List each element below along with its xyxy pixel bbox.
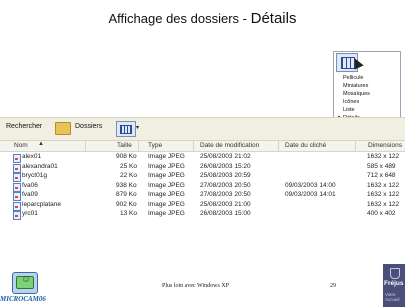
menu-item-liste[interactable]: Liste (338, 106, 396, 114)
cell-size: 938 Ko (116, 181, 137, 189)
cell-type: Image JPEG (148, 210, 185, 217)
logo-sub-line2: Accueil (385, 297, 400, 302)
cell-name: fva06 (22, 181, 38, 189)
crest-icon (390, 268, 400, 279)
menu-item-miniatures[interactable]: Miniatures (338, 82, 396, 90)
table-row[interactable]: leparcplatane 902 Ko Image JPEG 25/08/20… (0, 201, 405, 211)
cell-taken: 09/03/2003 14:01 (285, 191, 336, 198)
column-header-dimensions[interactable]: Dimensions (368, 142, 402, 149)
table-row[interactable]: fva06 938 Ko Image JPEG 27/08/2003 20:50… (0, 182, 405, 192)
cell-type: Image JPEG (148, 153, 185, 160)
explorer-toolbar: Rechercher Dossiers ▾ (0, 117, 405, 141)
view-menu: Pellicule Miniatures Mosaïques Icônes Li… (338, 74, 396, 122)
logo-title: Fréjus (384, 280, 404, 287)
cell-size: 22 Ko (120, 172, 137, 179)
view-grid-icon (120, 125, 132, 134)
menu-label: Miniatures (343, 83, 369, 89)
frejus-logo: Fréjus Votre Accueil (383, 264, 405, 307)
title-emphasis: Détails (250, 10, 297, 27)
cell-dimensions: 1632 x 122 (367, 191, 400, 198)
cell-modified: 26/08/2003 15:00 (200, 210, 251, 217)
search-button[interactable]: Rechercher (6, 123, 42, 130)
cell-name: fva09 (22, 191, 38, 198)
sort-arrow-icon: ▲ (38, 141, 44, 147)
menu-label: Icônes (343, 99, 360, 105)
cell-modified: 25/08/2003 21:02 (200, 153, 251, 160)
cell-dimensions: 400 x 402 (367, 210, 396, 217)
cell-dimensions: 585 x 489 (367, 162, 396, 170)
cell-size: 25 Ko (120, 162, 137, 170)
cell-size: 13 Ko (120, 210, 137, 217)
table-row[interactable]: yrc01 13 Ko Image JPEG 26/08/2003 15:00 … (0, 210, 405, 220)
column-header-type[interactable]: Type (148, 142, 162, 149)
cell-size: 902 Ko (116, 200, 137, 208)
column-header-modified[interactable]: Date de modification (200, 142, 259, 149)
jpeg-file-icon (13, 211, 21, 220)
column-divider[interactable] (278, 141, 279, 151)
column-header-size[interactable]: Taille (117, 142, 132, 149)
cell-modified: 26/08/2003 15:20 (200, 162, 251, 170)
cell-size: 908 Ko (116, 153, 137, 160)
cell-name: alex01 (22, 153, 42, 160)
cell-name: leparcplatane (22, 200, 62, 208)
screen-face (16, 274, 34, 289)
title-text: Affichage des dossiers - (108, 11, 251, 26)
menu-item-pellicule[interactable]: Pellicule (338, 74, 396, 82)
logo-subtitle: Votre Accueil (385, 292, 400, 302)
table-row[interactable]: alexandra01 25 Ko Image JPEG 26/08/2003 … (0, 163, 405, 173)
toolbar-view-button[interactable] (116, 121, 136, 137)
menu-label: Pellicule (343, 75, 364, 81)
table-row[interactable]: fva09 879 Ko Image JPEG 27/08/2003 20:50… (0, 191, 405, 201)
cell-dimensions: 1632 x 122 (367, 200, 400, 208)
chevron-down-icon[interactable]: ▾ (136, 124, 139, 131)
table-row[interactable]: bryct01g 22 Ko Image JPEG 25/08/2003 20:… (0, 172, 405, 182)
footer-text: Plus loin avec Windows XP (162, 283, 229, 289)
folders-button[interactable]: Dossiers (55, 119, 115, 138)
folder-icon (55, 122, 71, 135)
cell-dimensions: 1632 x 122 (367, 181, 400, 189)
page-number: 29 (330, 283, 336, 289)
cell-type: Image JPEG (148, 200, 185, 208)
column-divider[interactable] (138, 141, 139, 151)
menu-label: Mosaïques (343, 91, 370, 97)
cell-modified: 27/08/2003 20:50 (200, 181, 251, 189)
table-row[interactable]: alex01 908 Ko Image JPEG 25/08/2003 21:0… (0, 153, 405, 163)
menu-label: Liste (343, 107, 355, 113)
menu-item-mosaiques[interactable]: Mosaïques (338, 90, 396, 98)
column-header-name[interactable]: Nom (14, 142, 28, 149)
brand-label: MICROCAM06 (0, 295, 46, 303)
column-divider[interactable] (355, 141, 356, 151)
cell-type: Image JPEG (148, 191, 185, 198)
cell-type: Image JPEG (148, 172, 185, 179)
cell-name: bryct01g (22, 172, 47, 179)
cell-modified: 25/08/2003 20:59 (200, 172, 251, 179)
column-header-taken[interactable]: Date du cliché (285, 142, 326, 149)
cell-taken: 09/03/2003 14:00 (285, 181, 336, 189)
cell-type: Image JPEG (148, 162, 185, 170)
cell-name: alexandra01 (22, 162, 58, 170)
cell-name: yrc01 (22, 210, 38, 217)
cell-dimensions: 712 x 648 (367, 172, 396, 179)
cell-dimensions: 1632 x 122 (367, 153, 400, 160)
file-list: Nom ▲ Taille Type Date de modification D… (0, 141, 405, 269)
slide-title: Affichage des dossiers - Détails (0, 10, 405, 27)
cell-size: 879 Ko (116, 191, 137, 198)
cell-type: Image JPEG (148, 181, 185, 189)
column-headers: Nom ▲ Taille Type Date de modification D… (0, 141, 405, 152)
cell-modified: 25/08/2003 21:00 (200, 200, 251, 208)
cell-modified: 27/08/2003 20:50 (200, 191, 251, 198)
column-divider[interactable] (193, 141, 194, 151)
folders-label: Dossiers (75, 123, 103, 130)
menu-item-icones[interactable]: Icônes (338, 98, 396, 106)
column-divider[interactable] (85, 141, 86, 151)
